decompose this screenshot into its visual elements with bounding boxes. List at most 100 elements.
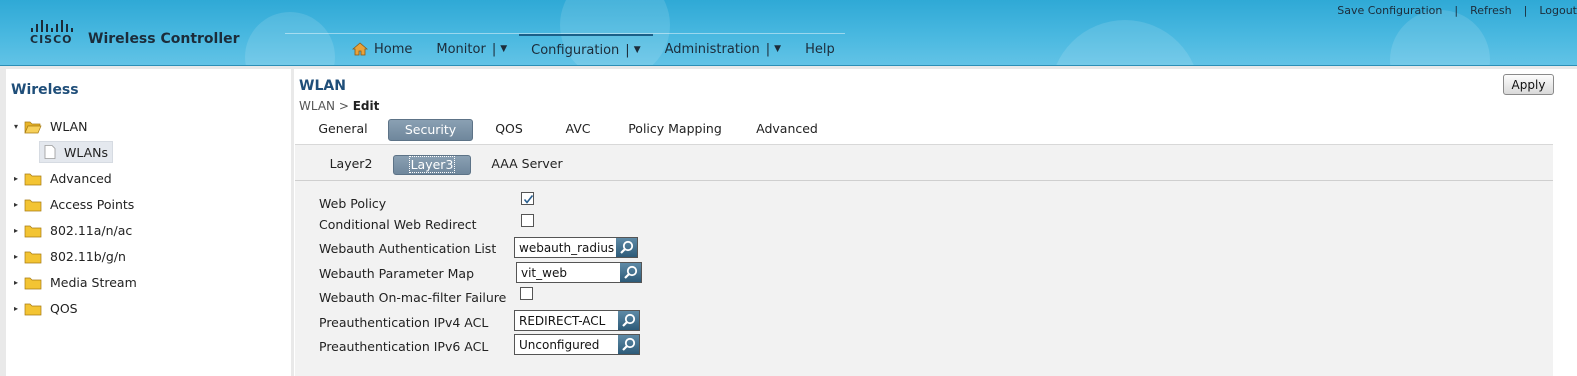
separator: | xyxy=(491,41,497,57)
search-icon[interactable] xyxy=(618,311,639,330)
nav-configuration-label: Configuration xyxy=(531,42,620,58)
main-content: WLAN WLAN > Edit Apply General Security … xyxy=(294,69,1577,376)
home-icon xyxy=(351,42,369,56)
web-policy-label: Web Policy xyxy=(319,196,387,211)
chevron-down-icon[interactable]: ▼ xyxy=(774,44,781,54)
search-icon[interactable] xyxy=(620,263,641,282)
tab-avc[interactable]: AVC xyxy=(558,119,598,141)
folder-icon xyxy=(24,250,42,263)
collapse-arrow-icon[interactable]: ▾ xyxy=(14,122,24,131)
webauth-on-mac-filter-failure-checkbox[interactable] xyxy=(520,287,533,300)
tree-item-access-points[interactable]: ▸ Access Points xyxy=(14,194,134,214)
conditional-web-redirect-label: Conditional Web Redirect xyxy=(319,217,477,232)
webauth-parameter-map-input[interactable] xyxy=(517,263,620,282)
nav-monitor-label: Monitor xyxy=(436,41,486,57)
cisco-logo: CISCO xyxy=(26,18,78,48)
breadcrumb: WLAN > Edit xyxy=(299,99,379,113)
webauth-auth-list-label: Webauth Authentication List xyxy=(319,241,497,256)
sidebar: Wireless ▾ WLAN WLANs ▸ Advanced ▸ Acces… xyxy=(6,69,291,376)
wlan-edit-tabs: General Security QOS AVC Policy Mapping … xyxy=(294,119,1554,141)
tree-item-qos[interactable]: ▸ QOS xyxy=(14,298,78,318)
conditional-web-redirect-checkbox[interactable] xyxy=(521,214,534,227)
preauth-ipv6-acl-label: Preauthentication IPv6 ACL xyxy=(319,339,489,354)
breadcrumb-parent[interactable]: WLAN > xyxy=(299,99,349,113)
expand-arrow-icon[interactable]: ▸ xyxy=(14,304,24,313)
webauth-on-mac-filter-failure-label: Webauth On-mac-filter Failure xyxy=(319,290,507,305)
tree-item-media-stream[interactable]: ▸ Media Stream xyxy=(14,272,137,292)
expand-arrow-icon[interactable]: ▸ xyxy=(14,278,24,287)
nav-administration-label: Administration xyxy=(664,41,760,57)
preauth-ipv6-acl-field xyxy=(514,334,640,355)
search-icon[interactable] xyxy=(618,335,639,354)
separator: | xyxy=(1523,4,1528,17)
folder-icon xyxy=(24,224,42,237)
tree-item-80211b[interactable]: ▸ 802.11b/g/n xyxy=(14,246,126,266)
subtab-layer3[interactable]: Layer3 xyxy=(393,155,471,175)
tree-item-label: WLANs xyxy=(64,144,109,160)
tree-item-wlan[interactable]: ▾ WLAN xyxy=(14,116,88,136)
tab-general[interactable]: General xyxy=(312,119,374,141)
tab-advanced[interactable]: Advanced xyxy=(752,119,822,141)
search-icon[interactable] xyxy=(616,238,637,257)
web-policy-checkbox[interactable] xyxy=(521,192,534,205)
expand-arrow-icon[interactable]: ▸ xyxy=(14,252,24,261)
nav-help[interactable]: Help xyxy=(793,34,847,64)
subtab-layer3-label: Layer3 xyxy=(408,156,456,173)
subtab-layer2[interactable]: Layer2 xyxy=(325,155,377,175)
decor-bubble xyxy=(1390,10,1490,65)
decor-bubble xyxy=(1050,20,1200,65)
checkmark-icon xyxy=(523,195,534,204)
nav-administration[interactable]: Administration | ▼ xyxy=(653,34,793,64)
sidebar-title: Wireless xyxy=(11,82,79,98)
decor-bubble xyxy=(245,12,335,65)
chevron-down-icon[interactable]: ▼ xyxy=(500,44,507,54)
expand-arrow-icon[interactable]: ▸ xyxy=(14,226,24,235)
top-utility-menu: Save Configuration | Refresh | Logout xyxy=(1337,4,1577,17)
cisco-logo-text: CISCO xyxy=(30,33,73,46)
folder-icon xyxy=(24,276,42,289)
webauth-parameter-map-label: Webauth Parameter Map xyxy=(319,266,475,281)
tree-item-label: WLAN xyxy=(50,118,88,134)
tree-item-wlans[interactable]: WLANs xyxy=(39,141,114,163)
product-name: Wireless Controller xyxy=(88,31,240,47)
nav-monitor[interactable]: Monitor | ▼ xyxy=(424,34,519,64)
nav-home-label: Home xyxy=(374,41,413,57)
separator: | xyxy=(765,41,771,57)
folder-icon xyxy=(24,302,42,315)
webauth-auth-list-input[interactable] xyxy=(515,238,616,257)
save-configuration-link[interactable]: Save Configuration xyxy=(1337,4,1442,17)
cisco-logo-bars-icon xyxy=(29,18,75,32)
nav-home[interactable]: Home xyxy=(340,34,424,64)
expand-arrow-icon[interactable]: ▸ xyxy=(14,200,24,209)
tree-item-label: 802.11a/n/ac xyxy=(50,222,133,238)
preauth-ipv4-acl-input[interactable] xyxy=(515,311,618,330)
nav-configuration[interactable]: Configuration | ▼ xyxy=(519,34,653,64)
folder-icon xyxy=(24,172,42,185)
security-panel: Layer2 Layer3 AAA Server Web Policy Cond… xyxy=(295,144,1553,376)
webauth-auth-list-field xyxy=(514,237,638,258)
tree-item-label: Media Stream xyxy=(50,274,137,290)
tab-security[interactable]: Security xyxy=(388,119,473,141)
tab-policy-mapping[interactable]: Policy Mapping xyxy=(625,119,725,141)
logout-link[interactable]: Logout xyxy=(1539,4,1577,17)
tree-item-80211a[interactable]: ▸ 802.11a/n/ac xyxy=(14,220,132,240)
preauth-ipv4-acl-field xyxy=(514,310,640,331)
top-header: CISCO Wireless Controller Save Configura… xyxy=(0,0,1577,66)
separator: | xyxy=(625,42,630,58)
chevron-down-icon[interactable]: ▼ xyxy=(634,45,641,55)
preauth-ipv4-acl-label: Preauthentication IPv4 ACL xyxy=(319,315,489,330)
folder-icon xyxy=(24,198,42,211)
tree-item-label: 802.11b/g/n xyxy=(50,248,126,264)
refresh-link[interactable]: Refresh xyxy=(1470,4,1512,17)
tree-item-advanced[interactable]: ▸ Advanced xyxy=(14,168,112,188)
apply-button[interactable]: Apply xyxy=(1503,74,1554,95)
tab-qos[interactable]: QOS xyxy=(486,119,532,141)
subtab-aaa-server[interactable]: AAA Server xyxy=(489,155,565,175)
tree-item-label: QOS xyxy=(50,300,78,316)
expand-arrow-icon[interactable]: ▸ xyxy=(14,174,24,183)
page-title: WLAN xyxy=(299,78,346,94)
main-nav: Home Monitor | ▼ Configuration | ▼ Admin… xyxy=(340,34,847,64)
document-icon xyxy=(44,145,56,159)
preauth-ipv6-acl-input[interactable] xyxy=(515,335,618,354)
security-subtabs: Layer2 Layer3 AAA Server xyxy=(295,145,1553,181)
